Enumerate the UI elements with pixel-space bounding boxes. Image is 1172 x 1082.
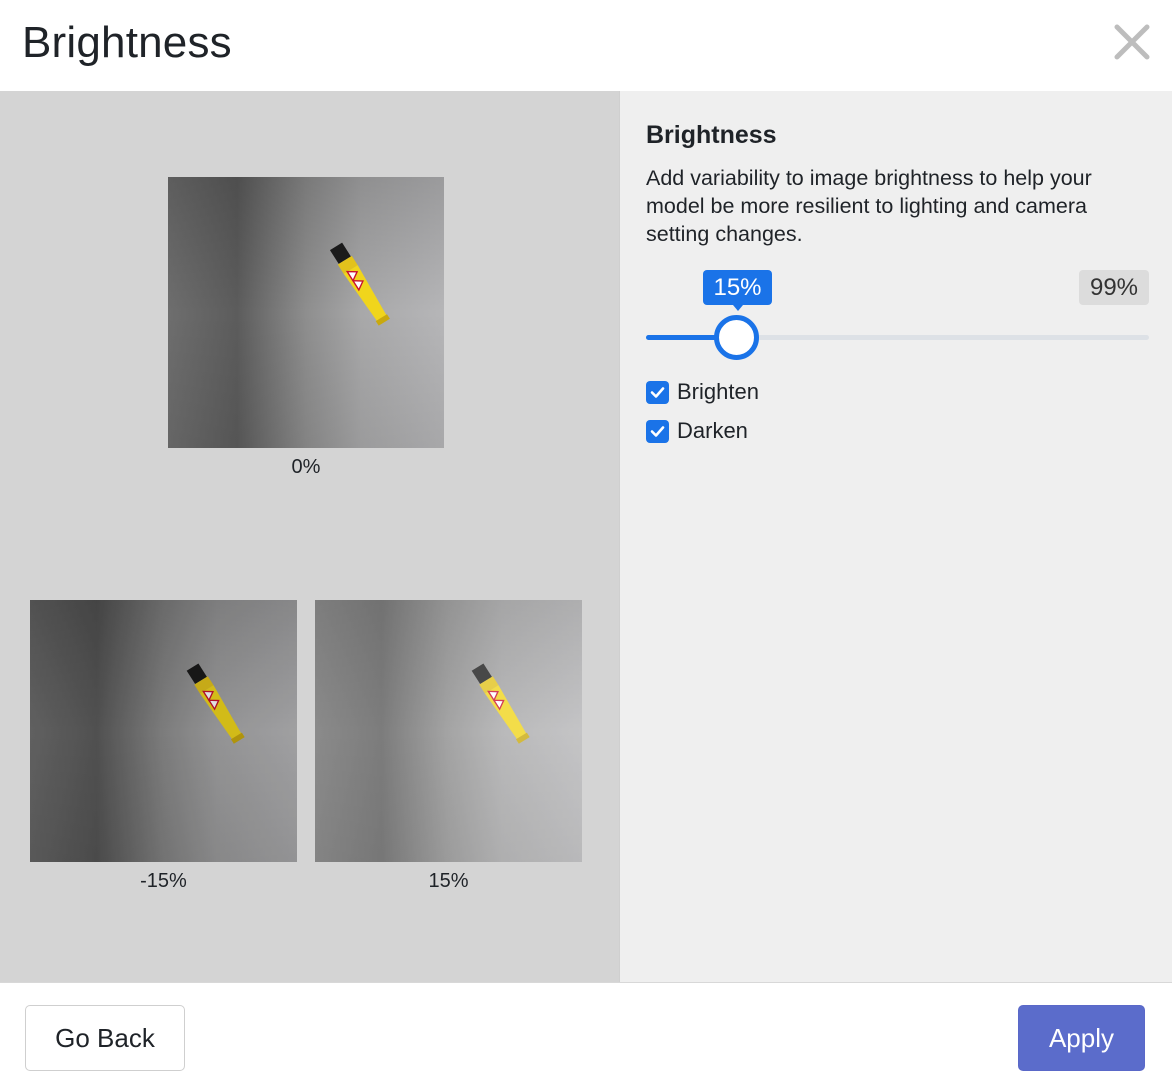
dialog-footer: Go Back Apply — [0, 982, 1172, 1082]
preview-image-brighten — [315, 600, 582, 862]
preview-caption-darken: -15% — [140, 870, 187, 892]
preview-image-darken — [30, 600, 297, 862]
preview-panel: 0% -15% 15% — [0, 91, 619, 982]
slider-max-label: 99% — [1079, 270, 1149, 305]
slider-value-label: 15% — [703, 270, 772, 311]
brighten-checkbox[interactable] — [646, 380, 669, 404]
settings-description: Add variability to image brightness to h… — [646, 166, 1092, 246]
settings-title: Brightness — [646, 121, 777, 149]
brighten-option[interactable]: Brighten — [646, 379, 759, 405]
brightness-slider-handle[interactable] — [714, 315, 759, 360]
settings-panel: Brightness Add variability to image brig… — [620, 91, 1172, 982]
preview-image-original — [168, 177, 444, 448]
darken-label: Darken — [677, 418, 748, 443]
brighten-label: Brighten — [677, 379, 759, 404]
darken-option[interactable]: Darken — [646, 418, 748, 444]
checkmark-icon — [650, 425, 665, 437]
checkmark-icon — [650, 386, 665, 398]
dialog-header: Brightness — [0, 0, 1172, 91]
darken-checkbox[interactable] — [646, 419, 669, 443]
preview-caption-original: 0% — [291, 456, 321, 478]
close-icon[interactable] — [1110, 20, 1154, 64]
preview-caption-brighten: 15% — [428, 870, 469, 892]
go-back-button[interactable]: Go Back — [25, 1005, 185, 1071]
dialog-title: Brightness — [22, 18, 232, 67]
apply-button[interactable]: Apply — [1018, 1005, 1145, 1071]
